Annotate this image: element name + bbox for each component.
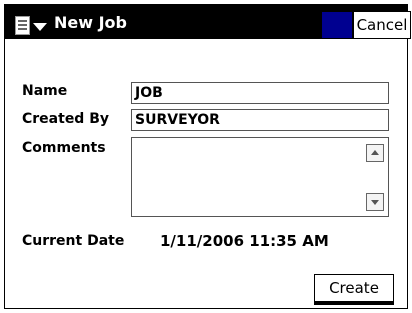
comments-textarea[interactable] [131, 137, 389, 217]
create-button[interactable]: Create [314, 274, 394, 305]
input-panel-indicator[interactable] [322, 12, 352, 38]
comments-label: Comments [22, 140, 106, 156]
title-bar: New Job Cancel [5, 5, 411, 39]
scroll-down-button[interactable] [366, 193, 384, 211]
arrow-up-icon [371, 150, 379, 155]
document-icon [15, 16, 30, 35]
caret-down-icon [33, 23, 47, 31]
scroll-up-button[interactable] [366, 144, 384, 162]
window-title: New Job [54, 13, 127, 32]
arrow-down-icon [371, 200, 379, 205]
current-date-value: 1/11/2006 11:35 AM [160, 232, 329, 250]
start-menu-button[interactable] [13, 14, 51, 38]
name-label: Name [22, 83, 68, 99]
name-field[interactable]: JOB [131, 82, 389, 104]
created-by-label: Created By [22, 111, 110, 127]
current-date-label: Current Date [22, 233, 125, 249]
created-by-field[interactable]: SURVEYOR [131, 109, 389, 131]
cancel-button[interactable]: Cancel [353, 11, 411, 39]
